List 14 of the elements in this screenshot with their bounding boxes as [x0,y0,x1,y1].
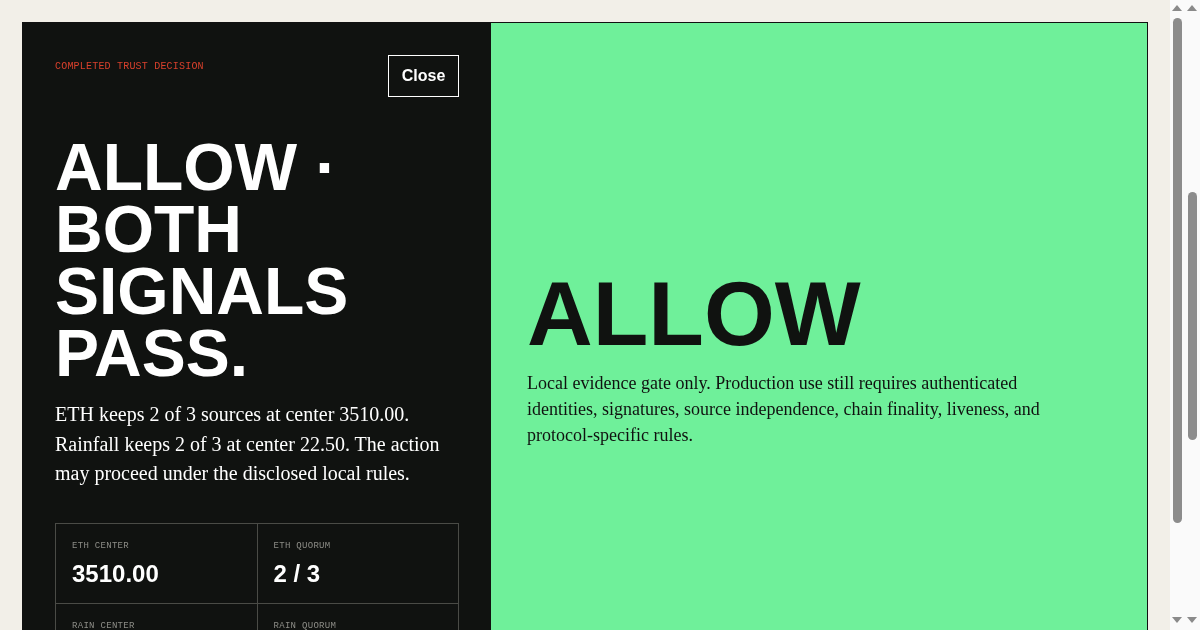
stat-label: RAIN CENTER [72,620,135,630]
verdict-note: Local evidence gate only. Production use still requires authenticated identities, signatures, source independence, chain finality, liveness, and protocol-specific rules. [527,372,1041,447]
verdict-word: ALLOW [527,268,862,359]
stat-label: ETH QUORUM [273,540,331,551]
scrollbar-thumb[interactable] [1173,18,1182,523]
scrollbar-thumb[interactable] [1188,192,1197,440]
close-button[interactable]: Close [388,55,459,97]
stat-value: 2 / 3 [273,558,321,589]
decision-headline: ALLOW · BOTH SIGNALS PASS. [55,136,350,384]
stat-value: 3510.00 [72,558,159,589]
stat-label: ETH CENTER [72,540,129,551]
eyebrow-label: COMPLETED TRUST DECISION [55,61,204,72]
stat-label: RAIN QUORUM [273,620,337,630]
decision-summary: ETH keeps 2 of 3 sources at center 3510.00. Rainfall keeps 2 of 3 at center 22.50. The action may proceed under the disclosed local rules. [55,402,441,487]
